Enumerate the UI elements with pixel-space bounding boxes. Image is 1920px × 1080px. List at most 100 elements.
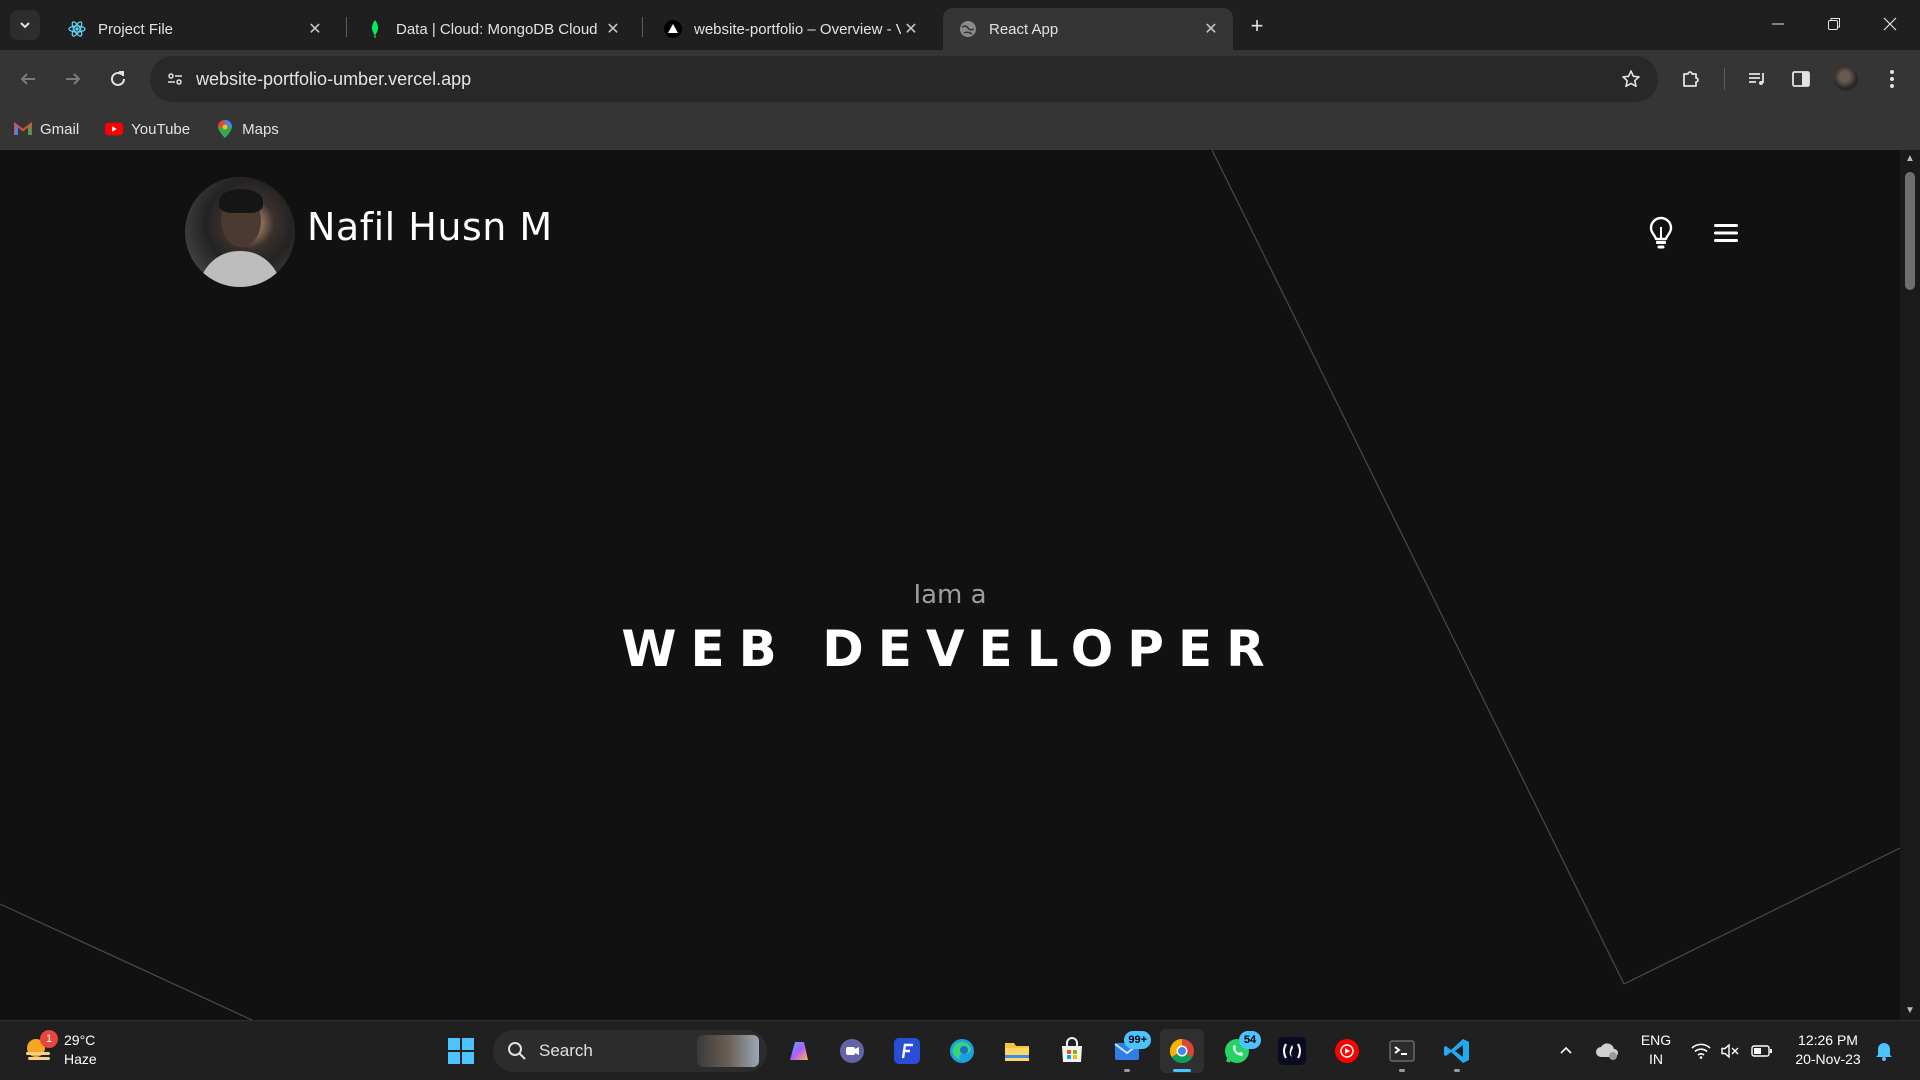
clock-date: 20-Nov-23 [1795,1051,1861,1067]
notifications-button[interactable] [1872,1039,1896,1063]
taskbar-forms-app[interactable] [885,1029,929,1073]
onedrive-tray-button[interactable] [1595,1039,1619,1063]
wifi-tray-button[interactable] [1689,1039,1713,1063]
volume-tray-button[interactable] [1718,1039,1742,1063]
site-name[interactable]: Nafil Husn M [307,205,553,249]
tab-vercel[interactable]: website-portfolio – Overview - V ✕ [648,8,933,50]
close-window-button[interactable] [1862,0,1918,48]
extensions-button[interactable] [1674,62,1708,96]
profile-photo [185,177,295,287]
search-highlight-image [697,1035,759,1067]
copilot-icon [790,1042,808,1060]
taskbar-store[interactable] [1050,1029,1094,1073]
lightbulb-icon [1649,216,1673,249]
language-line1: ENG [1640,1032,1672,1048]
show-hidden-icons-button[interactable] [1554,1039,1578,1063]
folder-icon [1005,1043,1029,1061]
hamburger-icon [1714,224,1738,242]
profile-button[interactable] [1829,62,1863,96]
running-indicator [1124,1069,1130,1072]
bookmark-maps[interactable]: Maps [216,120,279,138]
taskbar-file-explorer[interactable] [995,1029,1039,1073]
close-tab-icon[interactable]: ✕ [1201,19,1221,39]
tab-project-file[interactable]: Project File ✕ [52,8,337,50]
start-button[interactable] [439,1029,483,1073]
taskbar-youtube-music[interactable] [1325,1029,1369,1073]
restore-button[interactable] [1806,0,1862,48]
windows-taskbar: 1 29°C Haze Search 99+ 54 ENG IN 12:26 P… [0,1020,1920,1080]
page-viewport: Nafil Husn M Iam a WEB DEVELOPER [0,150,1900,1020]
search-icon [508,1042,526,1060]
tab-search-button[interactable] [10,10,40,40]
bookmark-star-icon[interactable] [1616,64,1646,94]
cloud-icon [1596,1043,1618,1060]
side-panel-button[interactable] [1784,62,1818,96]
weather-temp: 29°C [64,1032,96,1048]
scrollbar-thumb[interactable] [1905,172,1915,290]
forward-button[interactable] [56,62,90,96]
tab-divider [346,17,347,37]
weather-condition: Haze [64,1051,97,1067]
address-bar[interactable]: website-portfolio-umber.vercel.app [150,56,1658,102]
tab-title: Project File [98,20,174,38]
taskbar-whatsapp[interactable]: 54 [1215,1029,1261,1073]
site-info-icon[interactable] [160,64,190,94]
app-f-icon [894,1038,920,1064]
close-tab-icon[interactable]: ✕ [305,19,325,39]
terminal-icon [1389,1040,1415,1062]
clock-time: 12:26 PM [1798,1032,1858,1048]
running-indicator [1454,1069,1460,1072]
taskbar-teams-chat[interactable] [830,1029,874,1073]
hero-subtitle: Iam a [913,580,987,610]
taskbar-vscode[interactable] [1435,1029,1479,1073]
chevron-up-icon [1560,1046,1572,1054]
bookmark-gmail[interactable]: Gmail [14,121,79,138]
url-text: website-portfolio-umber.vercel.app [196,69,472,89]
minimize-icon [1772,23,1784,25]
close-tab-icon[interactable]: ✕ [901,19,921,39]
clock[interactable]: 12:26 PM 20-Nov-23 [1788,1031,1868,1069]
media-controls-button[interactable] [1740,62,1774,96]
react-icon [68,20,86,38]
scroll-up-icon[interactable]: ▲ [1904,153,1916,165]
toolbar-divider [1724,68,1725,90]
mongodb-leaf-icon [366,20,384,38]
taskbar-copilot[interactable] [777,1029,821,1073]
browser-menu-button[interactable] [1875,62,1909,96]
taskbar-edge[interactable] [940,1029,984,1073]
new-tab-button[interactable]: + [1243,12,1271,40]
tab-mongodb[interactable]: Data | Cloud: MongoDB Cloud ✕ [350,8,635,50]
bookmarks-bar: Gmail YouTube Maps [0,108,1920,150]
reload-button[interactable] [101,62,135,96]
tab-strip: Project File ✕ Data | Cloud: MongoDB Clo… [0,0,1920,50]
tab-title: website-portfolio – Overview - V [694,20,901,38]
whatsapp-badge: 54 [1239,1031,1261,1049]
youtube-music-icon [1335,1039,1359,1063]
arrow-left-icon [20,73,35,85]
close-tab-icon[interactable]: ✕ [603,19,623,39]
taskbar-search[interactable]: Search [493,1030,767,1072]
taskbar-terminal[interactable] [1380,1029,1424,1073]
youtube-icon [105,121,124,137]
language-indicator[interactable]: ENG IN [1638,1031,1674,1069]
close-icon [1883,17,1897,31]
scroll-down-icon[interactable]: ▼ [1904,1005,1916,1017]
volume-muted-icon [1721,1043,1739,1059]
battery-tray-button[interactable] [1750,1039,1774,1063]
theme-toggle-button[interactable] [1644,214,1678,252]
bookmark-youtube[interactable]: YouTube [105,121,190,138]
taskbar-chrome[interactable] [1160,1029,1204,1073]
queue-music-icon [1749,73,1764,85]
page-scrollbar[interactable]: ▲ ▼ [1900,150,1920,1020]
tab-divider [642,17,643,37]
more-vertical-icon [1890,70,1894,88]
tab-react-app[interactable]: React App ✕ [943,8,1233,50]
weather-widget[interactable]: 1 29°C Haze [22,1030,97,1069]
mail-badge: 99+ [1124,1031,1151,1049]
minimize-button[interactable] [1750,0,1806,48]
taskbar-mail[interactable]: 99+ [1105,1029,1151,1073]
back-button[interactable] [11,62,45,96]
taskbar-freecodecamp[interactable] [1270,1029,1314,1073]
hamburger-menu-button[interactable] [1708,216,1744,250]
chrome-icon [1169,1039,1194,1064]
